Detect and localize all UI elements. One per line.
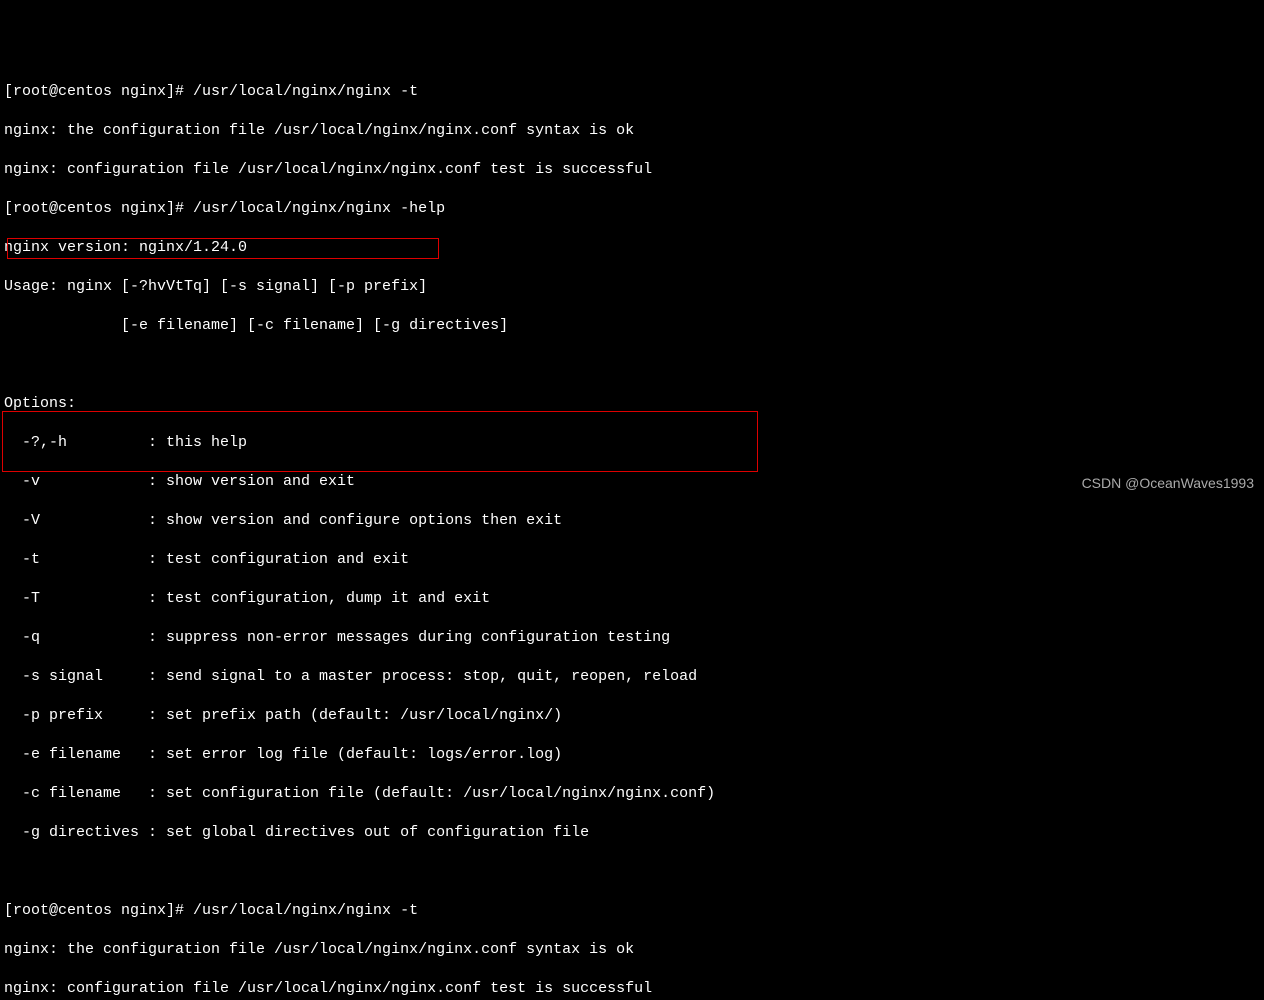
terminal-line: nginx version: nginx/1.24.0 bbox=[4, 238, 1260, 258]
terminal-line: [root@centos nginx]# /usr/local/nginx/ng… bbox=[4, 199, 1260, 219]
terminal-line: -t : test configuration and exit bbox=[4, 550, 1260, 570]
terminal-line: nginx: the configuration file /usr/local… bbox=[4, 940, 1260, 960]
terminal-line: -V : show version and configure options … bbox=[4, 511, 1260, 531]
terminal-line: -?,-h : this help bbox=[4, 433, 1260, 453]
terminal-line bbox=[4, 862, 1260, 882]
terminal-line: Usage: nginx [-?hvVtTq] [-s signal] [-p … bbox=[4, 277, 1260, 297]
terminal-line: -v : show version and exit bbox=[4, 472, 1260, 492]
terminal-line: nginx: the configuration file /usr/local… bbox=[4, 121, 1260, 141]
terminal-line: -q : suppress non-error messages during … bbox=[4, 628, 1260, 648]
terminal-line: nginx: configuration file /usr/local/ngi… bbox=[4, 160, 1260, 180]
terminal-line: Options: bbox=[4, 394, 1260, 414]
terminal-line: [root@centos nginx]# /usr/local/nginx/ng… bbox=[4, 82, 1260, 102]
terminal-line: -g directives : set global directives ou… bbox=[4, 823, 1260, 843]
terminal-line: -c filename : set configuration file (de… bbox=[4, 784, 1260, 804]
terminal-line: [-e filename] [-c filename] [-g directiv… bbox=[4, 316, 1260, 336]
terminal-line: -s signal : send signal to a master proc… bbox=[4, 667, 1260, 687]
terminal-line bbox=[4, 355, 1260, 375]
watermark-text: CSDN @OceanWaves1993 bbox=[1082, 474, 1254, 492]
terminal-line: -T : test configuration, dump it and exi… bbox=[4, 589, 1260, 609]
terminal-line: [root@centos nginx]# /usr/local/nginx/ng… bbox=[4, 901, 1260, 921]
terminal-line: nginx: configuration file /usr/local/ngi… bbox=[4, 979, 1260, 999]
terminal-line: -e filename : set error log file (defaul… bbox=[4, 745, 1260, 765]
terminal-line: -p prefix : set prefix path (default: /u… bbox=[4, 706, 1260, 726]
